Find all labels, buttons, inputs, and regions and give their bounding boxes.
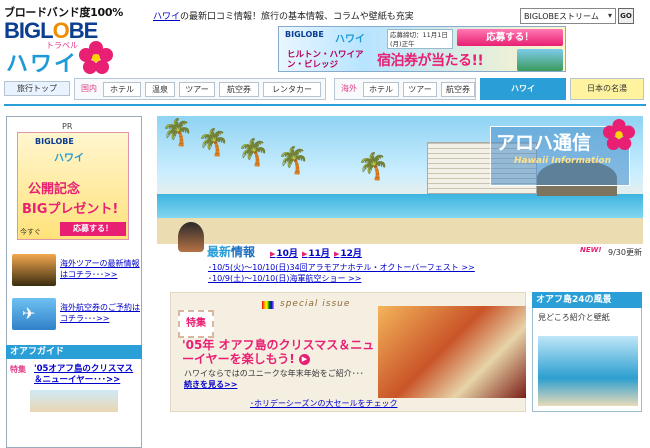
go-button[interactable]: GO [618,8,634,24]
news-month-oct[interactable]: 10月 [270,246,298,259]
banner-hawaii-label: ハワイ [335,34,365,45]
nav-travel-top[interactable]: 旅行トップ [4,81,70,96]
nav-domestic-rental[interactable]: レンタカー [263,82,321,97]
rainbow-icon [262,301,274,309]
guide-tag: 特集 [10,365,26,374]
new-badge: NEW! [580,246,602,254]
banner-hotel-name: ヒルトン・ハワイアン・ビレッジ [287,50,364,70]
main-nav: 旅行トップ 国内 ホテル 温泉 ツアー 航空券 レンタカー 海外 ホテル ツアー… [4,78,646,100]
tagline: ハワイの最新口コミ情報！旅行の基本情報、コラムや壁紙も充実 [153,9,414,22]
special-title-text: '05年 オアフ島のクリスマス＆ニューイヤーを楽しもう! [182,338,375,366]
special-photo[interactable] [378,306,526,398]
logo-hawaii-label[interactable]: ハワイ [6,46,78,78]
pr-kinen-label: 公開記念 [28,182,81,197]
pr-now-label: 今すぐ [20,228,41,236]
oahu-scenery-header[interactable]: オアフ島24の風景 [532,292,642,308]
arrow-icon: ▶ [298,354,310,365]
hero-beach [157,218,643,244]
nav-domestic-hotel[interactable]: ホテル [103,82,141,97]
special-more-link[interactable]: 続きを見る>> [184,380,237,389]
pr-hawaii-label: ハワイ [54,153,84,164]
special-body-text: ハワイならではのユニークな年末年始をご紹介･･･ [184,369,364,378]
pr-big-present: BIGプレゼント! [22,202,119,217]
pr-label: PR [62,122,73,131]
news-list: ･10/5(火)～10/10(日)34回アラモアナホテル・オクトーバーフェスト … [208,262,508,284]
oahu-scenery-photo[interactable] [538,336,638,406]
banner-image [517,49,563,71]
nav-overseas-group: 海外 ホテル ツアー 航空券 [334,78,476,100]
banner-apply-button[interactable]: 応募する！ [457,29,563,46]
holiday-sale-link[interactable]: ･ホリデーシーズンの大セールをチェック [250,398,397,409]
nav-domestic-air[interactable]: 航空券 [219,82,259,97]
news-item-link[interactable]: ･10/9(土)～10/10(日)海軍航空ショー >> [208,274,361,283]
palm-tree-icon: 🌴 [237,138,270,168]
special-title[interactable]: '05年 オアフ島のクリスマス＆ニューイヤーを楽しもう! ▶ [182,338,378,366]
oahu-scenery-sub: 見どころ紹介と壁紙 [538,313,610,322]
banner-win-text: 宿泊券が当たる!! [377,53,484,69]
palm-tree-icon: 🌴 [277,146,310,176]
news-month-nov[interactable]: 11月 [302,246,330,259]
special-body: ハワイならではのユニークな年末年始をご紹介･･･ 続きを見る>> [184,368,374,390]
news-item-link[interactable]: ･10/5(火)～10/10(日)34回アラモアナホテル・オクトーバーフェスト … [208,263,475,272]
promo-banner[interactable]: BIGLOBE ハワイ 応募締切：11月1日(月)正午 応募する！ ヒルトン・ハ… [278,26,566,72]
palm-tree-icon: 🌴 [161,118,194,148]
tour-thumbnail[interactable] [12,254,56,286]
nav-hawaii-tab[interactable]: ハワイ [480,78,566,100]
pr-apply-button[interactable]: 応募する！ [60,222,126,236]
overseas-air-link[interactable]: 海外航空券のご予約はコチラ･･･>> [60,302,140,324]
hero-sea [157,194,643,220]
oahu-guide-header: オアフガイド [6,345,142,359]
news-month-dec[interactable]: 12月 [334,246,362,259]
hibiscus-icon [79,41,113,74]
nav-overseas-hotel[interactable]: ホテル [363,82,399,97]
news-updated: 9/30更新 [608,248,642,257]
special-issue-label: special issue [280,299,351,309]
nav-overseas-air[interactable]: 航空券 [441,82,475,97]
airplane-icon: ✈ [22,304,36,323]
nav-domestic-group: 国内 ホテル 温泉 ツアー 航空券 レンタカー [74,78,326,100]
nav-divider [4,104,646,106]
guide-special-link[interactable]: '05オアフ島のクリスマス＆ニューイヤー･･･>> [34,364,140,386]
nav-domestic-onsen[interactable]: 温泉 [145,82,175,97]
hula-dancer-image [178,222,204,252]
banner-biglobe-label: BIGLOBE [285,30,324,39]
special-stamp: 特集 [178,310,214,338]
guide-image[interactable] [30,390,118,412]
banner-deadline: 応募締切：11月1日(月)正午 [387,29,453,49]
overseas-tour-link[interactable]: 海外ツアーの最新情報はコチラ･･･>> [60,258,140,280]
news-title-b: 情報 [231,245,256,259]
palm-tree-icon: 🌴 [197,128,230,158]
news-title-a: 最新 [207,245,232,259]
hibiscus-icon [603,118,635,150]
nav-domestic-label: 国内 [81,84,97,93]
stream-select[interactable]: BIGLOBEストリーム [520,8,616,24]
news-title: 最新情報 [207,243,255,260]
nav-overseas-tour[interactable]: ツアー [403,82,437,97]
nav-overseas-label: 海外 [341,84,357,93]
nav-meisho-tab[interactable]: 日本の名湯 [570,78,644,100]
tagline-text: の最新口コミ情報！旅行の基本情報、コラムや壁紙も充実 [180,12,414,22]
aloha-subtitle: Hawaii Information [514,156,612,166]
nav-domestic-tour[interactable]: ツアー [179,82,215,97]
pr-biglobe-label: BIGLOBE [35,137,74,146]
palm-tree-icon: 🌴 [357,152,390,182]
tagline-hawaii-link[interactable]: ハワイ [153,12,180,22]
aloha-title: アロハ通信 [496,132,592,154]
